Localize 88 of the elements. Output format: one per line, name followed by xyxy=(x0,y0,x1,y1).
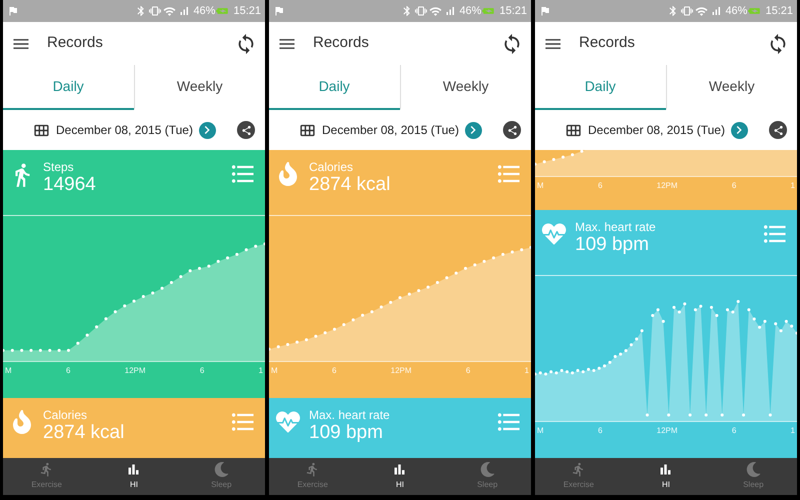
moon-icon xyxy=(214,462,229,477)
flag-icon xyxy=(7,5,19,17)
share-icon xyxy=(772,124,784,136)
metric-value: 2874 kcal xyxy=(309,174,392,196)
nav-item[interactable]: Exercise xyxy=(535,458,622,495)
metric-label: Steps xyxy=(43,160,75,174)
axis-label: M xyxy=(271,365,278,377)
tab[interactable]: Daily xyxy=(3,65,134,110)
signal-icon xyxy=(444,5,456,17)
axis-label: 6 xyxy=(732,180,736,192)
battery-percent: 46% xyxy=(459,4,482,19)
flag-icon xyxy=(273,5,285,17)
nav-item[interactable]: Sleep xyxy=(444,458,531,495)
signal-icon xyxy=(178,5,190,17)
date-text: December 08, 2015 (Tue) xyxy=(322,122,459,139)
metric-value: 109 bpm xyxy=(309,422,384,444)
axis-label: 6 xyxy=(732,425,736,437)
axis-label: M xyxy=(537,425,544,437)
metric-label: Calories xyxy=(43,408,88,422)
wifi-icon xyxy=(695,4,708,18)
metric-value: 109 bpm xyxy=(575,234,650,256)
axis-label: 1 xyxy=(790,425,795,437)
flame-icon xyxy=(277,162,299,186)
tab[interactable]: Daily xyxy=(535,65,666,110)
next-day-button[interactable] xyxy=(464,122,482,138)
share-button[interactable] xyxy=(237,121,255,139)
clock-time: 15:21 xyxy=(765,4,793,19)
flame-icon xyxy=(11,410,33,434)
vibrate-icon xyxy=(681,5,694,17)
axis-label: 6 xyxy=(598,180,602,192)
axis-label: 6 xyxy=(66,365,70,377)
page-title: Records xyxy=(47,33,104,54)
date-text: December 08, 2015 (Tue) xyxy=(588,122,725,139)
bar-chart-icon xyxy=(392,462,408,477)
date-text: December 08, 2015 (Tue) xyxy=(56,122,193,139)
wifi-icon xyxy=(429,4,442,18)
moon-icon xyxy=(746,462,761,477)
nav-item[interactable]: HI xyxy=(622,458,710,495)
page-title: Records xyxy=(313,33,370,54)
share-button[interactable] xyxy=(503,121,521,139)
axis-label: 12PM xyxy=(656,180,678,192)
battery-percent: 46% xyxy=(725,4,748,19)
heartbeat-icon xyxy=(541,222,567,246)
metric-value: 14964 xyxy=(43,174,97,196)
axis-label: 6 xyxy=(466,365,470,377)
axis-label: 6 xyxy=(332,365,336,377)
clock-time: 15:21 xyxy=(233,4,261,19)
share-icon xyxy=(506,124,518,136)
nav-item[interactable]: Sleep xyxy=(710,458,797,495)
metric-label: Max. heart rate xyxy=(309,408,391,422)
axis-label: 6 xyxy=(598,425,602,437)
heartbeat-icon xyxy=(275,410,301,434)
clock-time: 15:21 xyxy=(499,4,527,19)
flag-icon xyxy=(539,5,551,17)
nav-item[interactable]: Sleep xyxy=(178,458,265,495)
tab[interactable]: Weekly xyxy=(400,65,531,110)
next-day-button[interactable] xyxy=(198,122,216,138)
wifi-icon xyxy=(163,4,176,18)
nav-item[interactable]: HI xyxy=(356,458,444,495)
moon-icon xyxy=(480,462,495,477)
share-button[interactable] xyxy=(769,121,787,139)
battery-percent: 46% xyxy=(193,4,216,19)
page-title: Records xyxy=(579,33,636,54)
axis-label: 1 xyxy=(524,365,529,377)
axis-label: 12PM xyxy=(656,425,678,437)
axis-label: M xyxy=(5,365,12,377)
axis-label: 1 xyxy=(790,180,795,192)
vibrate-icon xyxy=(415,5,428,17)
tab[interactable]: Daily xyxy=(269,65,400,110)
bar-chart-icon xyxy=(126,462,142,477)
metric-label: Max. heart rate xyxy=(575,220,657,234)
axis-label: 6 xyxy=(200,365,204,377)
nav-item[interactable]: Exercise xyxy=(269,458,356,495)
nav-item[interactable]: Exercise xyxy=(3,458,90,495)
tab[interactable]: Weekly xyxy=(134,65,265,110)
signal-icon xyxy=(710,5,722,17)
tab[interactable]: Weekly xyxy=(666,65,797,110)
nav-item[interactable]: HI xyxy=(90,458,178,495)
next-day-button[interactable] xyxy=(730,122,748,138)
axis-label: 12PM xyxy=(390,365,412,377)
share-icon xyxy=(240,124,252,136)
axis-label: M xyxy=(537,180,544,192)
vibrate-icon xyxy=(149,5,162,17)
axis-label: 1 xyxy=(258,365,263,377)
bar-chart-icon xyxy=(658,462,674,477)
metric-value: 2874 kcal xyxy=(43,422,126,444)
metric-label: Calories xyxy=(309,160,354,174)
axis-label: 12PM xyxy=(124,365,146,377)
